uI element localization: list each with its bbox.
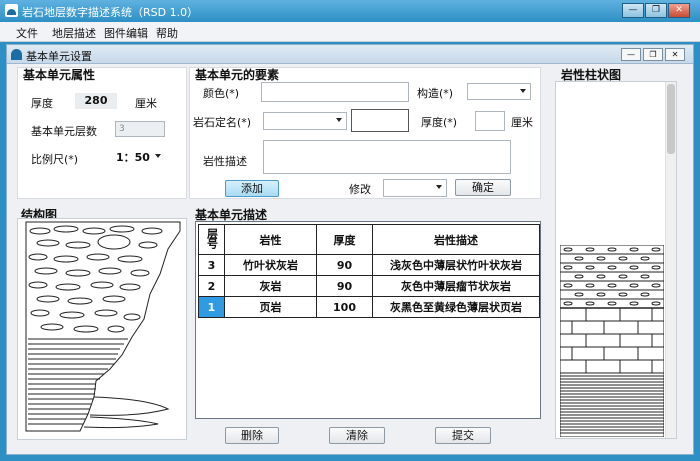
- rock-name-label: 岩石定名(*): [193, 116, 252, 129]
- scale-value: 1：50: [116, 151, 150, 164]
- layer-count-field: 3: [115, 121, 165, 137]
- chevron-down-icon: [436, 185, 442, 189]
- cell-lithology: 竹叶状灰岩: [224, 254, 317, 276]
- menu-file[interactable]: 文件: [16, 25, 38, 41]
- thickness-unit: 厘米: [135, 97, 157, 110]
- window-title-bar: 基本单元设置 — ❐ ✕: [7, 45, 693, 64]
- cell-thickness: 90: [316, 275, 373, 297]
- elements-thickness-label: 厚度(*): [421, 116, 458, 129]
- cell-layer-no: 1: [198, 296, 225, 318]
- column-header-description[interactable]: 岩性描述: [372, 224, 540, 255]
- cell-description: 浅灰色中薄层状竹叶状灰岩: [372, 254, 540, 276]
- column-header-thickness[interactable]: 厚度: [316, 224, 373, 255]
- description-table-panel: 层号 岩性 厚度 岩性描述 3 竹叶状灰岩 90 浅灰色中薄层状竹叶状灰岩 2 …: [195, 221, 541, 419]
- thickness-label: 厚度: [31, 97, 53, 110]
- window-title: 基本单元设置: [26, 50, 92, 63]
- cell-lithology: 页岩: [224, 296, 317, 318]
- rock-pattern-box[interactable]: [351, 109, 409, 132]
- window-close-button[interactable]: ✕: [665, 48, 685, 61]
- column-chart-scrollbar[interactable]: [665, 82, 676, 438]
- unit-settings-window: 基本单元设置 — ❐ ✕ 基本单元属性 厚度 280 厘米 基本单元层数 3 比…: [6, 44, 694, 455]
- app-icon: [5, 4, 18, 17]
- table-row[interactable]: 2 灰岩 90 灰色中薄层瘤节状灰岩: [198, 275, 540, 297]
- structure-panel: [17, 218, 187, 440]
- description-table: 层号 岩性 厚度 岩性描述 3 竹叶状灰岩 90 浅灰色中薄层状竹叶状灰岩 2 …: [198, 224, 540, 318]
- modify-label: 修改: [349, 183, 371, 196]
- column-header-lithology[interactable]: 岩性: [224, 224, 317, 255]
- lithology-desc-label: 岩性描述: [203, 155, 247, 168]
- cell-description: 灰色中薄层瘤节状灰岩: [372, 275, 540, 297]
- thickness-value: 280: [75, 93, 117, 109]
- structure-label: 构造(*): [417, 87, 454, 100]
- submit-button[interactable]: 提交: [435, 427, 491, 444]
- layer-count-label: 基本单元层数: [31, 125, 97, 138]
- elements-thickness-unit: 厘米: [511, 116, 533, 129]
- confirm-button[interactable]: 确定: [455, 179, 511, 196]
- lithology-desc-input[interactable]: [263, 140, 511, 174]
- close-button[interactable]: ✕: [668, 3, 690, 18]
- elements-header: 基本单元的要素: [195, 68, 280, 82]
- column-chart-panel: [555, 81, 677, 439]
- table-row[interactable]: 3 竹叶状灰岩 90 浅灰色中薄层状竹叶状灰岩: [198, 254, 540, 276]
- cell-thickness: 100: [316, 296, 373, 318]
- delete-button[interactable]: 删除: [225, 427, 279, 444]
- lithology-column: [560, 245, 664, 437]
- props-header: 基本单元属性: [23, 68, 96, 82]
- minimize-button[interactable]: —: [622, 3, 644, 18]
- cell-thickness: 90: [316, 254, 373, 276]
- elements-thickness-input[interactable]: [475, 111, 505, 131]
- menu-help[interactable]: 帮助: [156, 25, 178, 41]
- chevron-down-icon: [520, 89, 526, 93]
- table-header-row: 层号 岩性 厚度 岩性描述: [198, 224, 540, 255]
- table-row-selected[interactable]: 1 页岩 100 灰黑色至黄绿色薄层状页岩: [198, 296, 540, 318]
- window-minimize-button[interactable]: —: [621, 48, 641, 61]
- scrollbar-thumb[interactable]: [667, 84, 675, 154]
- structure-select[interactable]: [467, 83, 531, 100]
- menu-bar: 文件 地层描述 图件编辑 帮助: [0, 22, 700, 42]
- column-header-layer-no[interactable]: 层号: [198, 224, 225, 255]
- window-restore-button[interactable]: ❐: [643, 48, 663, 61]
- app-title: 岩石地层数字描述系统（RSD 1.0）: [22, 6, 199, 19]
- menu-figure-edit[interactable]: 图件编辑: [104, 25, 148, 41]
- color-label: 颜色(*): [203, 87, 240, 100]
- chip-pattern: [28, 225, 163, 333]
- restore-button[interactable]: ❐: [645, 3, 667, 18]
- color-input[interactable]: [261, 82, 409, 102]
- modify-select[interactable]: [383, 179, 447, 197]
- banded-pattern: [28, 338, 170, 429]
- structure-diagram: [25, 221, 181, 432]
- cell-description: 灰黑色至黄绿色薄层状页岩: [372, 296, 540, 318]
- cell-layer-no: 2: [198, 275, 225, 297]
- menu-strata[interactable]: 地层描述: [52, 25, 96, 41]
- add-button[interactable]: 添加: [225, 180, 279, 197]
- scale-select[interactable]: 1：50: [113, 149, 165, 166]
- chevron-down-icon: [155, 154, 161, 158]
- cell-lithology: 灰岩: [224, 275, 317, 297]
- title-bar: 岩石地层数字描述系统（RSD 1.0） — ❐ ✕: [0, 0, 700, 22]
- window-icon: [11, 49, 22, 60]
- cell-layer-no: 3: [198, 254, 225, 276]
- scale-label: 比例尺(*): [31, 153, 79, 166]
- chevron-down-icon: [336, 118, 342, 122]
- clear-button[interactable]: 清除: [329, 427, 385, 444]
- rock-name-select[interactable]: [263, 112, 347, 130]
